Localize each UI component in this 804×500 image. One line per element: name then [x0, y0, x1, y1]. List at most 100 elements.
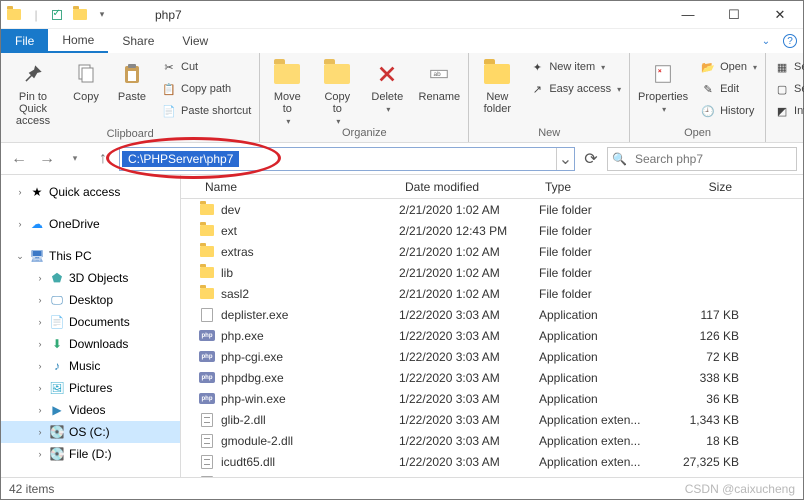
file-row[interactable]: glib-2.dll1/22/2020 3:03 AMApplication e… [181, 409, 803, 430]
tree-3d-objects[interactable]: ›⬟3D Objects [1, 267, 180, 289]
qat-new-folder-icon[interactable] [71, 6, 89, 24]
file-row[interactable]: phpphp-cgi.exe1/22/2020 3:03 AMApplicati… [181, 346, 803, 367]
file-date: 1/22/2020 3:03 AM [399, 434, 539, 448]
col-name[interactable]: Name [199, 180, 399, 194]
search-icon: 🔍 [612, 152, 627, 166]
file-type: Application [539, 392, 659, 406]
file-date: 1/22/2020 3:03 AM [399, 329, 539, 343]
copy-to-icon [322, 59, 352, 89]
address-text[interactable]: C:\PHPServer\php7 [122, 151, 239, 167]
file-type: File folder [539, 287, 659, 301]
paste-shortcut-button[interactable]: 📄Paste shortcut [157, 101, 255, 121]
file-row[interactable]: ext2/21/2020 12:43 PMFile folder [181, 220, 803, 241]
new-folder-button[interactable]: New folder [473, 55, 521, 115]
back-button[interactable]: ← [7, 147, 31, 171]
tab-view[interactable]: View [168, 29, 222, 53]
tree-this-pc[interactable]: ⌄🖥This PC [1, 245, 180, 267]
recent-button[interactable]: ▾ [63, 147, 87, 171]
open-button[interactable]: 📂Open▾ [696, 57, 761, 77]
file-name: icudt65.dll [221, 455, 275, 469]
pin-quick-access-button[interactable]: Pin to Quick access [5, 55, 61, 127]
refresh-button[interactable]: ⟳ [579, 147, 603, 171]
search-input[interactable] [633, 151, 792, 167]
col-size[interactable]: Size [659, 180, 739, 194]
minimize-button[interactable]: — [665, 1, 711, 29]
search-box[interactable]: 🔍 [607, 147, 797, 171]
history-button[interactable]: 🕘History [696, 101, 761, 121]
tree-videos[interactable]: ›▶Videos [1, 399, 180, 421]
invert-selection-button[interactable]: ◩Invert selection [770, 101, 804, 121]
tab-file[interactable]: File [1, 29, 48, 53]
tree-quick-access[interactable]: ›★Quick access [1, 181, 180, 203]
move-to-button[interactable]: Move to▾ [264, 55, 310, 126]
new-item-button[interactable]: ✦New item▾ [525, 57, 625, 77]
help-icon[interactable]: ? [783, 34, 797, 48]
address-dropdown-icon[interactable]: ⌄ [556, 148, 574, 170]
tree-documents[interactable]: ›📄Documents [1, 311, 180, 333]
file-size: 338 KB [659, 371, 739, 385]
file-row[interactable]: dev2/21/2020 1:02 AMFile folder [181, 199, 803, 220]
edit-button[interactable]: ✎Edit [696, 79, 761, 99]
tab-home[interactable]: Home [48, 29, 108, 53]
tree-music[interactable]: ›♪Music [1, 355, 180, 377]
file-row[interactable]: phpphpdbg.exe1/22/2020 3:03 AMApplicatio… [181, 367, 803, 388]
star-icon: ★ [29, 184, 45, 200]
forward-button[interactable]: → [35, 147, 59, 171]
help-caret-icon[interactable]: ⌄ [757, 32, 775, 50]
delete-button[interactable]: Delete▾ [364, 55, 410, 114]
file-type: File folder [539, 266, 659, 280]
qat-customize-icon[interactable]: ▾ [93, 6, 111, 24]
col-type[interactable]: Type [539, 180, 659, 194]
file-rows[interactable]: dev2/21/2020 1:02 AMFile folderext2/21/2… [181, 199, 803, 477]
file-row[interactable]: phpphp.exe1/22/2020 3:03 AMApplication12… [181, 325, 803, 346]
tree-desktop[interactable]: ›🖵Desktop [1, 289, 180, 311]
address-bar-row: ← → ▾ ↑ C:\PHPServer\php7 ⌄ ⟳ 🔍 [1, 143, 803, 175]
cut-button[interactable]: ✂Cut [157, 57, 255, 77]
easy-access-button[interactable]: ↗Easy access▾ [525, 79, 625, 99]
copy-button[interactable]: Copy [65, 55, 107, 103]
file-row[interactable]: icudt65.dll1/22/2020 3:03 AMApplication … [181, 451, 803, 472]
file-type: Application exten... [539, 413, 659, 427]
rename-button[interactable]: ab Rename [414, 55, 464, 103]
navigation-pane[interactable]: ›★Quick access ›☁OneDrive ⌄🖥This PC ›⬟3D… [1, 175, 181, 477]
close-button[interactable]: ✕ [757, 1, 803, 29]
tree-os-c[interactable]: ›💽OS (C:) [1, 421, 180, 443]
file-row[interactable]: gmodule-2.dll1/22/2020 3:03 AMApplicatio… [181, 430, 803, 451]
file-type: Application [539, 308, 659, 322]
file-name: sasl2 [221, 287, 249, 301]
col-date[interactable]: Date modified [399, 180, 539, 194]
tree-downloads[interactable]: ›⬇Downloads [1, 333, 180, 355]
file-size: 18 KB [659, 434, 739, 448]
select-all-button[interactable]: ▦Select all [770, 57, 804, 77]
copy-path-button[interactable]: 📋Copy path [157, 79, 255, 99]
file-date: 1/22/2020 3:03 AM [399, 371, 539, 385]
file-name: php.exe [221, 329, 264, 343]
tree-onedrive[interactable]: ›☁OneDrive [1, 213, 180, 235]
tab-share[interactable]: Share [108, 29, 168, 53]
up-button[interactable]: ↑ [91, 147, 115, 171]
file-row[interactable]: phpphp-win.exe1/22/2020 3:03 AMApplicati… [181, 388, 803, 409]
file-row[interactable]: extras2/21/2020 1:02 AMFile folder [181, 241, 803, 262]
address-bar[interactable]: C:\PHPServer\php7 ⌄ [119, 147, 575, 171]
svg-text:ab: ab [434, 71, 442, 78]
file-date: 1/22/2020 3:03 AM [399, 308, 539, 322]
tree-file-d[interactable]: ›💽File (D:) [1, 443, 180, 465]
qat-properties-icon[interactable] [49, 6, 67, 24]
thispc-icon: 🖥 [29, 248, 45, 264]
file-row[interactable]: deplister.exe1/22/2020 3:03 AMApplicatio… [181, 304, 803, 325]
maximize-button[interactable]: ☐ [711, 1, 757, 29]
file-row[interactable]: lib2/21/2020 1:02 AMFile folder [181, 262, 803, 283]
file-icon [199, 223, 215, 239]
file-icon [199, 475, 215, 478]
tree-pictures[interactable]: ›🖼Pictures [1, 377, 180, 399]
item-count: 42 items [9, 482, 54, 496]
rename-icon: ab [424, 59, 454, 89]
window-title: php7 [115, 8, 665, 22]
copy-to-button[interactable]: Copy to▾ [314, 55, 360, 126]
file-icon [199, 412, 215, 428]
qat-divider: | [27, 6, 45, 24]
select-none-button[interactable]: ▢Select none [770, 79, 804, 99]
file-row[interactable]: sasl22/21/2020 1:02 AMFile folder [181, 283, 803, 304]
paste-button[interactable]: Paste [111, 55, 153, 103]
properties-button[interactable]: Properties▾ [634, 55, 692, 114]
